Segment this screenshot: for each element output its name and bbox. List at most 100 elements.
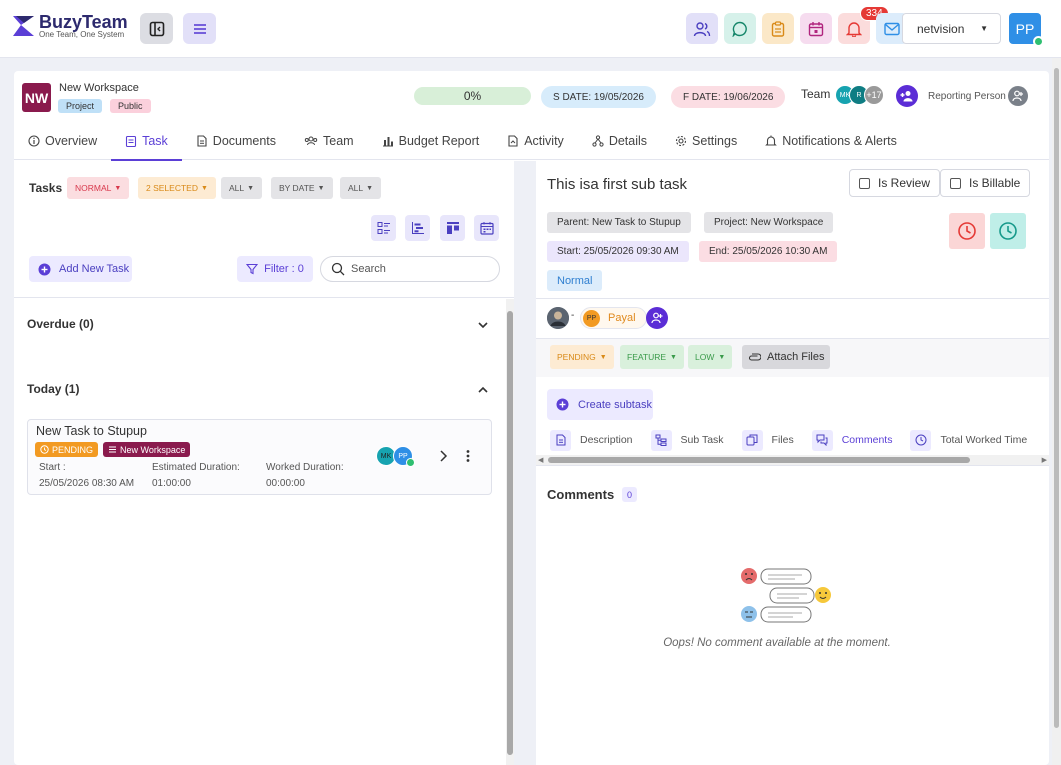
status-dropdown[interactable]: PENDING ▼ xyxy=(550,345,614,369)
tab-budget-report[interactable]: Budget Report xyxy=(368,122,494,160)
reporting-person-button[interactable] xyxy=(1008,86,1028,106)
task-card[interactable]: New Task to Stupup PENDING New Workspace… xyxy=(27,419,492,495)
subtab-total-worked-time[interactable]: Total Worked Time xyxy=(910,426,1033,454)
add-member-button[interactable] xyxy=(896,85,918,107)
notifications-button[interactable]: 334 xyxy=(838,6,889,44)
project-tag[interactable]: Project: New Workspace xyxy=(704,212,834,233)
filter-assignee[interactable]: ALL ▼ xyxy=(340,177,382,199)
clipboard-icon xyxy=(126,135,137,147)
attach-files-button[interactable]: Attach Files xyxy=(742,345,830,369)
parent-task-tag[interactable]: Parent: New Task to Stupup xyxy=(547,212,691,233)
task-list: Overdue (0) Today (1) xyxy=(14,297,514,765)
tab-documents[interactable]: Documents xyxy=(182,122,290,160)
task-status-badge: PENDING xyxy=(35,442,99,457)
priority-dropdown[interactable]: LOW ▼ xyxy=(688,345,733,369)
list-view-icon xyxy=(377,222,390,234)
calendar-button[interactable] xyxy=(800,13,832,44)
chevron-down-icon[interactable] xyxy=(476,318,490,332)
online-status-icon xyxy=(406,458,415,467)
filter-label: 2 SELECTED xyxy=(146,183,198,193)
caret-down-icon: ▼ xyxy=(317,184,325,192)
task-detail-panel: This isa first sub task Is Review Is Bil… xyxy=(536,161,1049,765)
filter-priority[interactable]: NORMAL ▼ xyxy=(67,177,130,199)
sidebar-toggle-button[interactable] xyxy=(140,13,173,44)
search-icon xyxy=(331,262,345,276)
brand-logo[interactable]: BuzyTeam One Team, One System xyxy=(12,13,128,39)
add-user-icon xyxy=(900,91,913,102)
brand-name: BuzyTeam xyxy=(39,12,128,32)
bar-chart-icon xyxy=(382,137,393,147)
no-comments-illustration xyxy=(737,564,833,628)
comments-count-badge: 0 xyxy=(622,487,637,502)
hamburger-icon xyxy=(193,23,206,34)
activity-icon xyxy=(508,135,518,147)
tab-settings[interactable]: Settings xyxy=(661,122,751,160)
chevron-up-icon[interactable] xyxy=(476,383,490,397)
clock-icon xyxy=(40,445,49,454)
type-dropdown[interactable]: FEATURE ▼ xyxy=(620,345,684,369)
chevron-right-icon[interactable] xyxy=(438,449,448,463)
list-view-button[interactable] xyxy=(371,215,396,241)
task-list-scrollbar[interactable] xyxy=(506,299,514,765)
chat-button[interactable] xyxy=(724,13,756,44)
task-title: New Task to Stupup xyxy=(36,424,147,438)
start-timer-button[interactable] xyxy=(990,213,1026,249)
reporter-avatar[interactable] xyxy=(547,307,569,329)
tab-label: Notifications & Alerts xyxy=(782,134,897,148)
tasks-title: Tasks xyxy=(29,181,63,195)
task-detail-title[interactable]: This isa first sub task xyxy=(547,176,687,193)
subtab-files[interactable]: Files xyxy=(741,426,800,454)
is-billable-checkbox[interactable]: Is Billable xyxy=(940,169,1031,197)
subtab-comments[interactable]: Comments xyxy=(811,426,899,454)
create-subtask-button[interactable]: Create subtask xyxy=(547,389,653,420)
filter-button[interactable]: Filter : 0 xyxy=(237,256,313,282)
calendar-view-button[interactable] xyxy=(474,215,499,241)
team-more-avatar[interactable]: +17 xyxy=(864,85,884,105)
worked-duration-value: 00:00:00 xyxy=(266,478,305,489)
tab-task[interactable]: Task xyxy=(111,122,182,161)
public-tag: Public xyxy=(110,99,151,113)
files-icon xyxy=(741,429,763,451)
filter-type[interactable]: ALL ▼ xyxy=(221,177,263,199)
tab-details[interactable]: Details xyxy=(578,122,661,160)
tab-activity[interactable]: Activity xyxy=(493,122,578,160)
stop-timer-button[interactable] xyxy=(949,213,985,249)
gantt-view-button[interactable] xyxy=(405,215,430,241)
today-section-title[interactable]: Today (1) xyxy=(27,382,79,396)
online-status-icon xyxy=(1033,36,1044,47)
menu-button[interactable] xyxy=(183,13,216,44)
is-review-checkbox[interactable]: Is Review xyxy=(849,169,941,197)
assignee-chip[interactable]: PP Payal xyxy=(580,307,647,329)
scroll-left-icon[interactable]: ◀ xyxy=(538,456,543,464)
start-value: 25/05/2026 08:30 AM xyxy=(39,478,135,489)
workspace-logo: NW xyxy=(22,83,51,112)
user-avatar[interactable]: PP xyxy=(1009,13,1044,47)
kanban-view-button[interactable] xyxy=(440,215,465,241)
add-task-label: Add New Task xyxy=(59,263,130,275)
add-assignee-button[interactable] xyxy=(646,307,668,329)
project-tag: Project xyxy=(58,99,103,113)
search-input[interactable]: Search xyxy=(320,256,500,282)
caret-down-icon: ▼ xyxy=(980,24,988,33)
tab-overview[interactable]: Overview xyxy=(14,122,111,160)
tasks-panel: Tasks NORMAL ▼ 2 SELECTED ▼ ALL ▼ BY DATE ▼ … xyxy=(14,161,514,765)
subtabs-scrollbar[interactable]: ◀ ▶ xyxy=(536,455,1049,465)
caret-down-icon: ▼ xyxy=(366,184,374,192)
clipboard-icon xyxy=(771,20,785,37)
filter-date[interactable]: BY DATE ▼ xyxy=(271,177,333,199)
clipboard-button[interactable] xyxy=(762,13,794,44)
tab-notifications-alerts[interactable]: Notifications & Alerts xyxy=(751,122,911,160)
info-icon xyxy=(28,135,40,147)
tab-team[interactable]: Team xyxy=(290,122,368,160)
no-comments-message: Oops! No comment available at the moment… xyxy=(663,637,891,649)
users-button[interactable] xyxy=(686,13,718,44)
filter-status[interactable]: 2 SELECTED ▼ xyxy=(138,177,216,199)
page-scrollbar[interactable] xyxy=(1052,58,1061,765)
overdue-section-title[interactable]: Overdue (0) xyxy=(27,317,94,331)
org-select[interactable]: netvision ▼ xyxy=(902,13,1001,44)
subtab-sub-task[interactable]: Sub Task xyxy=(650,426,730,454)
add-new-task-button[interactable]: Add New Task xyxy=(29,256,132,282)
subtab-description[interactable]: Description xyxy=(550,426,639,454)
scroll-right-icon[interactable]: ▶ xyxy=(1042,456,1047,464)
more-vertical-icon[interactable] xyxy=(465,449,471,463)
